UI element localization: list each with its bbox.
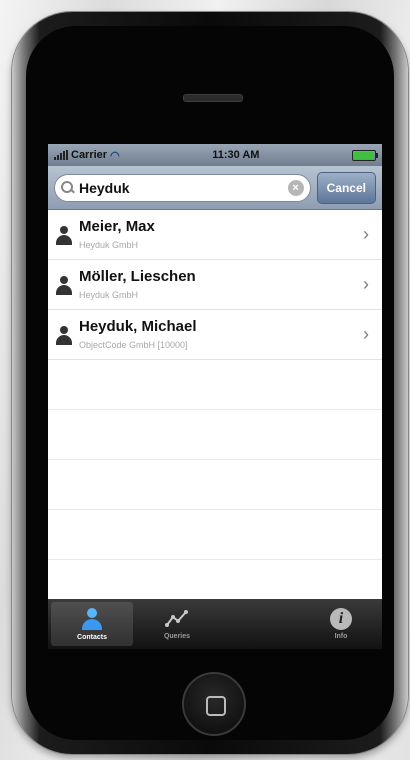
queries-icon	[164, 608, 190, 630]
empty-row	[48, 410, 382, 460]
list-item[interactable]: Möller, Lieschen Heyduk GmbH ›	[48, 260, 382, 310]
tab-spacer	[218, 599, 300, 649]
search-field[interactable]: ×	[54, 173, 311, 202]
contact-company: Heyduk GmbH	[79, 289, 139, 300]
chevron-right-icon: ›	[363, 274, 369, 294]
tab-contacts[interactable]: Contacts	[51, 602, 133, 646]
search-input[interactable]	[79, 179, 283, 196]
clear-icon[interactable]: ×	[287, 179, 304, 196]
tab-label: Queries	[163, 633, 191, 640]
empty-row	[48, 360, 382, 410]
status-time: 11:30 AM	[212, 149, 260, 161]
status-left: Carrier ◠	[54, 149, 120, 162]
search-icon	[61, 181, 74, 194]
tab-label: Contacts	[77, 634, 107, 641]
status-bar: Carrier ◠ 11:30 AM	[48, 144, 382, 166]
search-bar: × Cancel	[48, 166, 382, 210]
earpiece-speaker	[183, 94, 243, 102]
person-icon	[55, 224, 73, 246]
app-screen: Carrier ◠ 11:30 AM × Cancel Meier, Max H…	[48, 144, 382, 649]
contact-company: ObjectCode GmbH [10000]	[79, 339, 188, 350]
empty-row	[48, 460, 382, 510]
tab-bar: Contacts Queries i Info	[48, 599, 382, 649]
contact-name: Meier, Max	[79, 217, 155, 235]
wifi-icon: ◠	[110, 149, 120, 162]
contact-name: Heyduk, Michael	[79, 317, 197, 335]
contacts-icon	[80, 607, 104, 631]
contact-name: Möller, Lieschen	[79, 267, 196, 285]
list-item[interactable]: Heyduk, Michael ObjectCode GmbH [10000] …	[48, 310, 382, 360]
battery-icon	[351, 149, 378, 161]
home-button[interactable]	[182, 672, 246, 736]
results-list: Meier, Max Heyduk GmbH › Möller, Liesche…	[48, 210, 382, 610]
empty-row	[48, 510, 382, 560]
info-icon: i	[330, 608, 352, 630]
chevron-right-icon: ›	[363, 224, 369, 244]
chevron-right-icon: ›	[363, 324, 369, 344]
tab-label: Info	[334, 633, 348, 640]
tab-info[interactable]: i Info	[300, 599, 382, 649]
home-square-icon	[206, 696, 226, 716]
person-icon	[55, 274, 73, 296]
signal-icon	[54, 150, 68, 160]
cancel-button[interactable]: Cancel	[316, 171, 376, 204]
contact-company: Heyduk GmbH	[79, 239, 139, 250]
tab-queries[interactable]: Queries	[136, 599, 218, 649]
carrier-label: Carrier	[71, 149, 108, 161]
list-item[interactable]: Meier, Max Heyduk GmbH ›	[48, 210, 382, 260]
person-icon	[55, 324, 73, 346]
